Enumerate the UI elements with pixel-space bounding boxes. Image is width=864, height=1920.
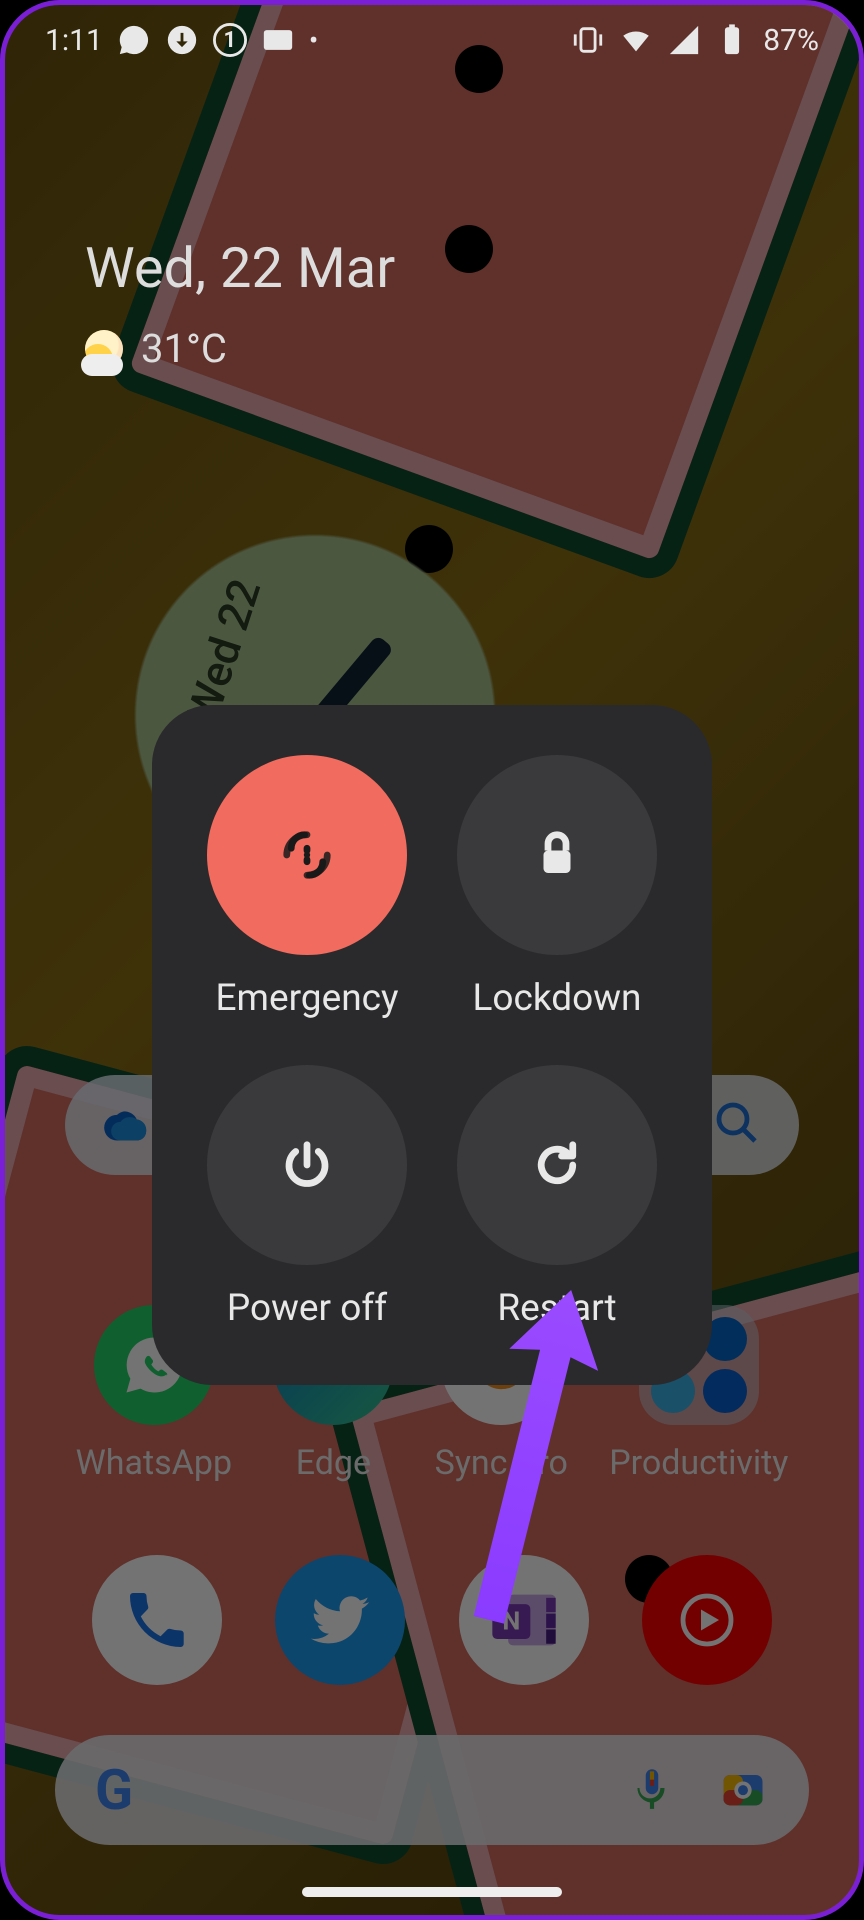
- vibrate-icon: [571, 23, 605, 57]
- restart-icon: [530, 1138, 584, 1192]
- notif-count-icon: 1: [213, 23, 247, 57]
- power-menu-restart[interactable]: Restart: [442, 1065, 672, 1345]
- battery-icon: [715, 23, 749, 57]
- poweroff-label: Power off: [227, 1287, 387, 1330]
- signal-icon: [667, 23, 701, 57]
- emergency-icon: [280, 828, 334, 882]
- status-time: 1:11: [45, 23, 103, 58]
- power-menu: Emergency Lockdown Power off: [152, 705, 712, 1385]
- weather-icon: [85, 330, 123, 368]
- emergency-label: Emergency: [216, 977, 399, 1020]
- battery-percent: 87%: [763, 23, 819, 58]
- status-bar: 1:11 1 • 87%: [5, 5, 859, 75]
- sync-icon: [165, 23, 199, 57]
- date-text: Wed, 22 Mar: [85, 235, 395, 301]
- at-a-glance-widget[interactable]: Wed, 22 Mar 31°C: [85, 235, 395, 372]
- wifi-icon: [619, 23, 653, 57]
- power-menu-emergency[interactable]: Emergency: [192, 755, 422, 1035]
- lockdown-label: Lockdown: [473, 977, 642, 1020]
- restart-label: Restart: [497, 1287, 616, 1330]
- gesture-nav-handle[interactable]: [302, 1887, 562, 1897]
- power-menu-poweroff[interactable]: Power off: [192, 1065, 422, 1345]
- power-icon: [280, 1138, 334, 1192]
- chat-notif-icon: [117, 23, 151, 57]
- temperature-text: 31°C: [141, 325, 227, 372]
- more-notif-dot: •: [309, 24, 318, 57]
- outlook-icon: [261, 23, 295, 57]
- lock-icon: [530, 828, 584, 882]
- power-menu-lockdown[interactable]: Lockdown: [442, 755, 672, 1035]
- phone-frame: 1:11 1 • 87% Wed, 22 Mar 31°C Wed 2: [0, 0, 864, 1920]
